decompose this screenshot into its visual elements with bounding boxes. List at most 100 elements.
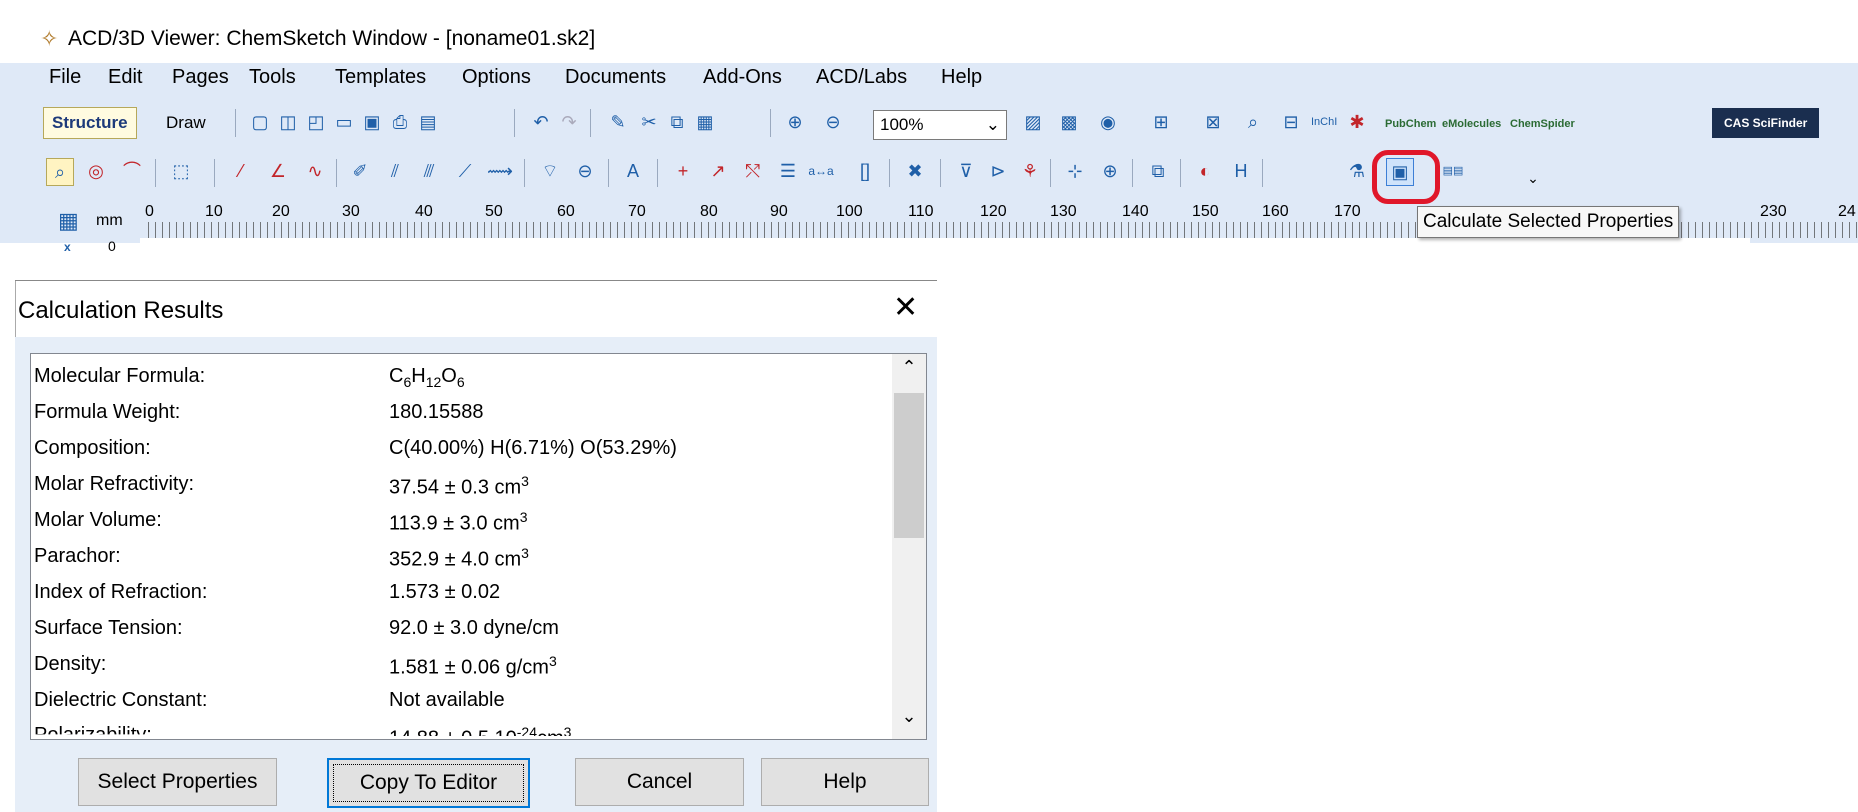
hash-bond-icon[interactable]: ⟿ bbox=[487, 158, 513, 184]
select-icon[interactable]: ⌕ bbox=[46, 158, 74, 186]
chemspider-logo[interactable]: ChemSpider bbox=[1510, 118, 1575, 130]
ruler-tick-label: 60 bbox=[557, 203, 575, 220]
center-icon[interactable]: ⊕ bbox=[1097, 158, 1123, 184]
select-properties-label: Select Properties bbox=[97, 770, 258, 793]
network-icon[interactable]: ✱ bbox=[1344, 109, 1370, 135]
help-button[interactable]: Help bbox=[761, 758, 929, 806]
3d-icon[interactable]: ◉ bbox=[1095, 109, 1121, 135]
table-icon[interactable]: ☰ bbox=[775, 158, 801, 184]
new-page-icon[interactable]: ◫ bbox=[275, 109, 301, 135]
inchi-icon[interactable]: InChI bbox=[1311, 109, 1337, 135]
property-value: 180.15588 bbox=[389, 401, 484, 423]
charge-plus-icon[interactable]: + bbox=[670, 158, 696, 184]
atom-map-icon[interactable]: a↔a bbox=[808, 158, 834, 184]
search-structure-icon[interactable]: ⌕ bbox=[1240, 109, 1266, 135]
property-name: Parachor: bbox=[34, 545, 121, 567]
ruler-tick-label: 100 bbox=[836, 203, 863, 220]
lasso-icon[interactable]: ⌒ bbox=[119, 158, 145, 184]
image-icon[interactable]: ▨ bbox=[1020, 109, 1046, 135]
clean-icon[interactable]: ✎ bbox=[605, 109, 631, 135]
clean-structure-icon[interactable]: ✖ bbox=[902, 158, 928, 184]
flip-horizontal-icon[interactable]: ⊳ bbox=[985, 158, 1011, 184]
pubchem-logo[interactable]: PubChem bbox=[1385, 118, 1436, 130]
database-icon[interactable]: ⊠ bbox=[1200, 109, 1226, 135]
template-icon[interactable]: ◰ bbox=[303, 109, 329, 135]
ruler-tick-label: 24 bbox=[1838, 203, 1856, 220]
scroll-up-icon[interactable]: ⌃ bbox=[892, 357, 926, 378]
rotate-3d-icon[interactable]: ⊹ bbox=[1062, 158, 1088, 184]
new-icon[interactable]: ▢ bbox=[247, 109, 273, 135]
select-properties-button[interactable]: Select Properties bbox=[78, 758, 277, 806]
tab-draw[interactable]: Draw bbox=[158, 108, 214, 138]
bond-icon[interactable]: ⁄ bbox=[228, 158, 254, 184]
menu-tools[interactable]: Tools bbox=[249, 66, 296, 89]
hbs-icon[interactable]: ▤▤ bbox=[1440, 158, 1466, 184]
spectrum-icon[interactable]: ⊞ bbox=[1148, 109, 1174, 135]
dialog-title: Calculation Results bbox=[18, 297, 224, 324]
paste-icon[interactable]: ▦ bbox=[692, 109, 718, 135]
save-icon[interactable]: ▣ bbox=[359, 109, 385, 135]
toolbar-separator bbox=[1050, 159, 1051, 187]
copy-to-editor-label: Copy To Editor bbox=[359, 771, 498, 794]
grid-icon[interactable]: ▦ bbox=[58, 208, 79, 234]
cut-icon[interactable]: ✂ bbox=[636, 109, 662, 135]
hydrogen-icon[interactable]: H bbox=[1228, 158, 1254, 184]
stereo-icon[interactable]: ⚘ bbox=[1017, 158, 1043, 184]
calculate-icon[interactable]: ⚗ bbox=[1344, 158, 1370, 184]
menu-edit[interactable]: Edit bbox=[108, 66, 142, 89]
scroll-down-icon[interactable]: ⌄ bbox=[892, 706, 926, 727]
copy-icon[interactable]: ⧉ bbox=[664, 109, 690, 135]
stereo-bond-icon[interactable]: ⟋ bbox=[452, 158, 478, 184]
menu-options[interactable]: Options bbox=[462, 66, 531, 89]
scifinder-button[interactable]: CAS SciFinder bbox=[1712, 108, 1820, 138]
wave-bond-icon[interactable]: ∿ bbox=[302, 158, 328, 184]
emolecules-logo[interactable]: eMolecules bbox=[1442, 118, 1501, 130]
flip-vertical-icon[interactable]: ⊽ bbox=[953, 158, 979, 184]
print-icon[interactable]: ⎙ bbox=[387, 109, 413, 135]
dictionary-icon[interactable]: ⊟ bbox=[1278, 109, 1304, 135]
toolbar-separator bbox=[214, 159, 215, 187]
open-icon[interactable]: ▭ bbox=[331, 109, 357, 135]
zoom-in-icon[interactable]: ⊕ bbox=[782, 109, 808, 135]
tab-structure[interactable]: Structure bbox=[43, 107, 137, 139]
reaction-icon[interactable]: ⤲ bbox=[740, 158, 766, 184]
double-bond-icon[interactable]: ⫽ bbox=[382, 158, 408, 184]
pen-icon[interactable]: ✐ bbox=[347, 158, 373, 184]
zoom-out-icon[interactable]: ⊖ bbox=[820, 109, 846, 135]
property-name: Molecular Formula: bbox=[34, 365, 206, 387]
export-pdf-icon[interactable]: ▤ bbox=[415, 109, 441, 135]
select-rect-icon[interactable]: ⬚ bbox=[168, 158, 194, 184]
copy-to-editor-button[interactable]: Copy To Editor bbox=[327, 758, 530, 808]
triple-bond-icon[interactable]: ⫻ bbox=[416, 158, 442, 184]
picture-icon[interactable]: ▩ bbox=[1056, 109, 1082, 135]
bracket-icon[interactable]: [] bbox=[852, 158, 878, 184]
toolbar-overflow-icon[interactable]: ⌄ bbox=[1520, 165, 1546, 191]
close-icon[interactable]: ✕ bbox=[893, 290, 918, 325]
redo-icon[interactable]: ↷ bbox=[556, 109, 582, 135]
menu-addons[interactable]: Add-Ons bbox=[703, 66, 782, 89]
menu-pages[interactable]: Pages bbox=[172, 66, 229, 89]
menu-help[interactable]: Help bbox=[941, 66, 982, 89]
rotate-icon[interactable]: ◎ bbox=[83, 158, 109, 184]
chain-tool-icon[interactable]: ⊖ bbox=[572, 158, 598, 184]
ring-icon[interactable]: ⌔ bbox=[537, 158, 563, 184]
menu-acdlabs[interactable]: ACD/Labs bbox=[816, 66, 907, 89]
menu-templates[interactable]: Templates bbox=[335, 66, 426, 89]
zoom-select[interactable]: 100% ⌄ bbox=[873, 110, 1007, 140]
group-icon[interactable]: ⧉ bbox=[1145, 158, 1171, 184]
atom-label-icon[interactable]: A bbox=[620, 158, 646, 184]
menu-documents[interactable]: Documents bbox=[565, 66, 666, 89]
menu-file[interactable]: File bbox=[49, 66, 81, 89]
check-icon[interactable]: ◐ bbox=[1192, 158, 1218, 184]
chain-icon[interactable]: ∠ bbox=[265, 158, 291, 184]
toolbar-separator bbox=[336, 159, 337, 187]
cancel-button[interactable]: Cancel bbox=[575, 758, 744, 806]
ruler-tick-label: 90 bbox=[770, 203, 788, 220]
toolbar-separator bbox=[514, 109, 515, 137]
toolbar-separator bbox=[940, 159, 941, 187]
scroll-thumb[interactable] bbox=[894, 393, 924, 538]
cancel-label: Cancel bbox=[626, 770, 693, 793]
undo-icon[interactable]: ↶ bbox=[528, 109, 554, 135]
property-value: 1.581 ± 0.06 g/cm3 bbox=[389, 653, 557, 679]
arrow-icon[interactable]: ↗ bbox=[705, 158, 731, 184]
